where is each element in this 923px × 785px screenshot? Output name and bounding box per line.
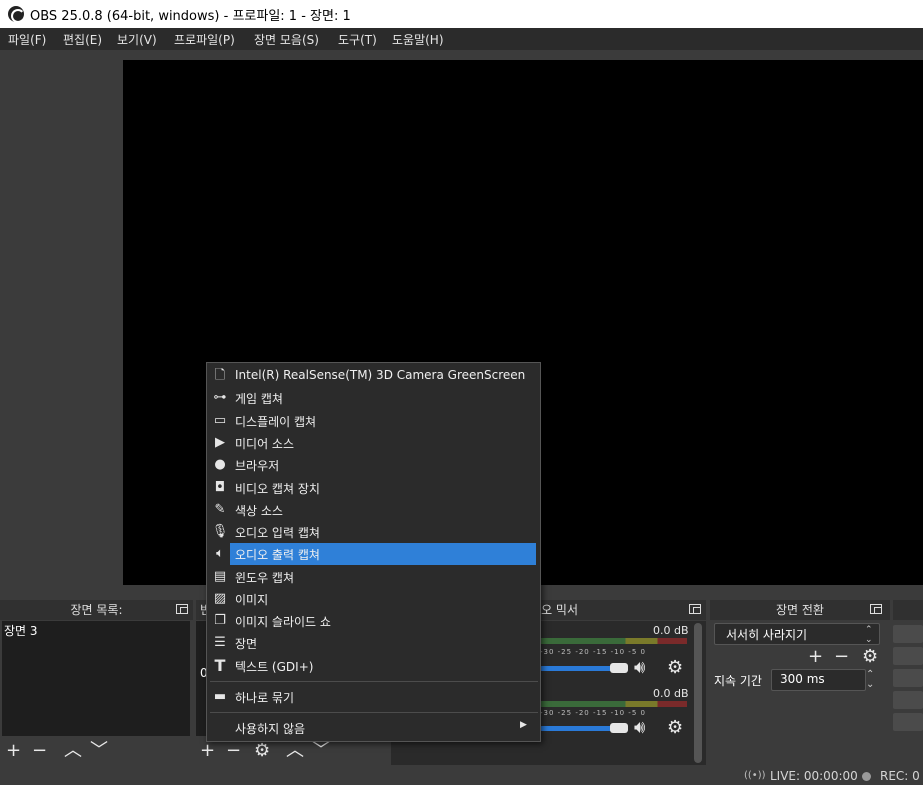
menu-item-scene[interactable]: 장면	[235, 635, 257, 652]
source-properties-gear-icon[interactable]: ⚙	[254, 742, 270, 760]
menu-item-browser[interactable]: 브라우저	[235, 457, 279, 474]
menu-scene-collection[interactable]: 장면 모음(S)	[254, 31, 319, 48]
obs-logo-icon	[8, 6, 25, 23]
play-icon: ▶	[215, 435, 225, 450]
menu-item-media-source[interactable]: 미디어 소스	[235, 435, 294, 452]
move-source-up-button[interactable]: ︿	[286, 742, 304, 760]
speaker-icon: 🔈︎	[216, 546, 224, 561]
transitions-dock-title: 장면 전환	[710, 600, 890, 620]
remove-scene-button[interactable]: −	[32, 742, 47, 760]
control-button[interactable]	[893, 669, 923, 687]
duration-label: 지속 기간	[714, 674, 762, 688]
menu-item-deprecated[interactable]: 사용하지 않음	[235, 720, 305, 737]
controls-dock-title	[893, 600, 923, 620]
move-source-down-button[interactable]: ﹀	[312, 742, 330, 760]
menu-item-image[interactable]: 이미지	[235, 591, 268, 608]
window-icon: ▤	[213, 569, 227, 584]
menu-item-text-gdi[interactable]: 텍스트 (GDI+)	[235, 658, 313, 675]
menu-file[interactable]: 파일(F)	[8, 31, 46, 48]
track-1-speaker-icon[interactable]: 🔊︎	[634, 659, 645, 677]
broadcast-icon: ((•))	[744, 770, 766, 781]
control-button[interactable]	[893, 691, 923, 709]
track-1-gear-icon[interactable]: ⚙	[667, 659, 683, 677]
scenes-dock-title: 장면 목록:	[0, 600, 193, 620]
menu-item-window-capture[interactable]: 윈도우 캡쳐	[235, 569, 294, 586]
add-source-button[interactable]: +	[200, 742, 215, 760]
menu-view[interactable]: 보기(V)	[117, 31, 157, 48]
add-scene-button[interactable]: +	[6, 742, 21, 760]
mixer-scrollbar[interactable]	[694, 623, 702, 763]
menu-item-realsense[interactable]: Intel(R) RealSense(TM) 3D Camera GreenSc…	[235, 368, 525, 382]
track-1-meter-ticks: -30 -25 -20 -15 -10 -5 0	[540, 648, 646, 656]
undock-icon[interactable]	[176, 604, 188, 614]
list-icon: ☰	[214, 635, 226, 650]
control-button[interactable]	[893, 713, 923, 731]
camera-icon: ◘	[214, 480, 226, 495]
menu-item-video-capture[interactable]: 비디오 캡쳐 장치	[235, 480, 320, 497]
transition-properties-gear-icon[interactable]: ⚙	[862, 648, 878, 666]
menu-profile[interactable]: 프로파일(P)	[174, 31, 235, 48]
microphone-icon: 🎙︎	[211, 524, 229, 539]
control-button[interactable]	[893, 647, 923, 665]
menu-item-group[interactable]: 하나로 묶기	[235, 689, 294, 706]
folder-icon: ▬	[213, 689, 227, 704]
brush-icon: ✎	[214, 502, 226, 517]
menu-tools[interactable]: 도구(T)	[338, 31, 377, 48]
submenu-arrow-icon: ▶	[520, 720, 527, 730]
menu-edit[interactable]: 편집(E)	[63, 31, 102, 48]
file-icon: 🗋︎	[214, 368, 226, 383]
control-button[interactable]	[893, 625, 923, 643]
transition-select-value: 서서히 사라지기	[726, 628, 808, 642]
gamepad-icon: ⊶	[213, 390, 227, 405]
monitor-icon: ▭	[213, 413, 227, 428]
track-2-speaker-icon[interactable]: 🔊︎	[634, 719, 645, 737]
window-title: OBS 25.0.8 (64-bit, windows) - 프로파일: 1 -…	[30, 9, 351, 24]
track-2-meter	[540, 701, 687, 707]
record-dot-icon	[862, 772, 871, 781]
menu-item-image-slideshow[interactable]: 이미지 슬라이드 쇼	[235, 613, 331, 630]
remove-transition-button[interactable]: −	[834, 648, 849, 666]
remove-source-button[interactable]: −	[226, 742, 241, 760]
add-transition-button[interactable]: +	[808, 648, 823, 666]
menu-item-display-capture[interactable]: 디스플레이 캡쳐	[235, 413, 316, 430]
duration-value: 300 ms	[780, 672, 825, 686]
menu-item-audio-output[interactable]: 오디오 출력 캡쳐	[235, 546, 320, 563]
duration-spinner-icon[interactable]: ⌃ ⌄	[866, 670, 874, 690]
menu-separator	[210, 712, 538, 713]
track-2-volume-handle[interactable]	[610, 723, 628, 733]
track-1-meter	[540, 638, 687, 644]
track-2-meter-ticks: -30 -25 -20 -15 -10 -5 0	[540, 709, 646, 717]
menu-item-game-capture[interactable]: 게임 캡쳐	[235, 390, 283, 407]
scenes-dock-label: 장면 목록:	[70, 603, 123, 617]
image-icon: ▨	[213, 591, 227, 606]
chevron-updown-icon: ⌃ ⌄	[865, 625, 873, 645]
track-2-db-readout: 0.0 dB	[653, 687, 689, 700]
move-scene-up-button[interactable]: ︿	[64, 742, 82, 760]
text-icon: T	[214, 656, 226, 675]
live-status: LIVE: 00:00:00	[770, 769, 858, 783]
track-1-db-readout: 0.0 dB	[653, 624, 689, 637]
move-scene-down-button[interactable]: ﹀	[90, 742, 108, 760]
track-1-volume-handle[interactable]	[610, 663, 628, 673]
undock-icon[interactable]	[689, 604, 701, 614]
menu-separator	[210, 681, 538, 682]
undock-icon[interactable]	[870, 604, 882, 614]
menu-item-color-source[interactable]: 색상 소스	[235, 502, 283, 519]
globe-icon: ●	[214, 457, 226, 472]
menu-item-audio-input[interactable]: 오디오 입력 캡쳐	[235, 524, 320, 541]
slideshow-icon: ❐	[214, 613, 226, 628]
rec-status: REC: 0	[880, 769, 920, 783]
transitions-dock-label: 장면 전환	[776, 603, 824, 617]
menu-help[interactable]: 도움말(H)	[392, 31, 444, 48]
scene-list-item[interactable]: 장면 3	[4, 622, 38, 639]
track-2-gear-icon[interactable]: ⚙	[667, 719, 683, 737]
